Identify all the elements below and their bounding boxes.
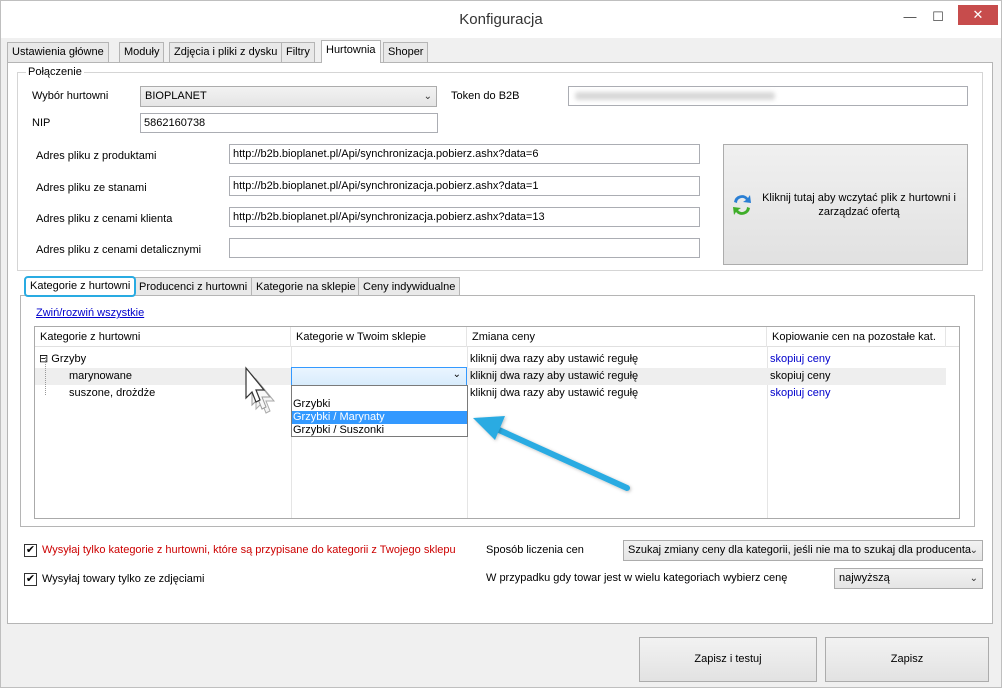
window-title: Konfiguracja [459, 11, 543, 28]
nip-label: NIP [32, 117, 51, 129]
row-copy-link[interactable]: skopiuj ceny [770, 368, 940, 385]
toggle-all-link[interactable]: Zwiń/rozwiń wszystkie [36, 307, 144, 319]
col-header-wholesaler[interactable]: Kategorie z hurtowni [35, 327, 291, 347]
chevron-down-icon: ⌄ [969, 573, 978, 584]
tab-shoper[interactable]: Shoper [383, 42, 429, 62]
price-method-select[interactable]: Szukaj zmiany ceny dla kategorii, jeśli … [623, 540, 983, 561]
connection-legend: Połączenie [26, 66, 84, 78]
tab-modules[interactable]: Moduły [119, 42, 165, 62]
tab-photos-files[interactable]: Zdjęcia i pliki z dysku [169, 42, 283, 62]
retail-prices-url-field[interactable] [229, 238, 700, 258]
tab-filters[interactable]: Filtry [281, 42, 315, 62]
row-price-change[interactable]: kliknij dwa razy aby ustawić regułę [470, 385, 765, 402]
wholesaler-select[interactable]: BIOPLANET ⌄ [140, 86, 437, 107]
subtab-individual-prices[interactable]: Ceny indywidualne [358, 277, 461, 297]
only-with-photos-label: Wysyłaj towary tylko ze zdjęciami [42, 573, 205, 585]
title-bar: Konfiguracja — ☐ ✕ [1, 1, 1001, 38]
col-header-shop[interactable]: Kategorie w Twoim sklepie [291, 327, 467, 347]
row-price-change[interactable]: kliknij dwa razy aby ustawić regułę [470, 368, 765, 385]
save-and-test-button[interactable]: Zapisz i testuj [639, 637, 817, 682]
token-redacted [575, 92, 775, 100]
cursor-icon [245, 366, 276, 414]
tree-line [45, 357, 46, 395]
collapse-icon[interactable]: ⊟ [39, 353, 48, 365]
dropdown-option-selected[interactable]: Grzybki / Marynaty [292, 411, 467, 424]
col-header-copy[interactable]: Kopiowanie cen na pozostałe kat. [767, 327, 946, 347]
only-assigned-label: Wysyłaj tylko kategorie z hurtowni, któr… [42, 544, 456, 556]
dropdown-option[interactable]: Grzybki [292, 398, 467, 411]
only-with-photos-checkbox[interactable]: ✔ [24, 573, 37, 586]
refresh-icon [733, 195, 751, 215]
token-field[interactable] [568, 86, 968, 106]
token-label: Token do B2B [451, 90, 520, 102]
price-method-value: Szukaj zmiany ceny dla kategorii, jeśli … [628, 544, 972, 556]
subtab-wholesaler-categories[interactable]: Kategorie z hurtowni [24, 276, 137, 297]
products-url-label: Adres pliku z produktami [36, 150, 157, 162]
wholesaler-panel: Połączenie Wybór hurtowni BIOPLANET ⌄ To… [7, 62, 993, 624]
chevron-down-icon: ⌄ [969, 545, 978, 556]
stock-url-label: Adres pliku ze stanami [36, 182, 147, 194]
minimize-icon[interactable]: — [899, 7, 921, 29]
chevron-down-icon: ⌄ [452, 369, 461, 380]
multi-category-select[interactable]: najwyższą ⌄ [834, 568, 983, 589]
row-category-name: Grzyby [51, 353, 87, 365]
stock-url-field[interactable]: http://b2b.bioplanet.pl/Api/synchronizac… [229, 176, 700, 196]
col-header-price-change[interactable]: Zmiana ceny [467, 327, 767, 347]
config-window: Konfiguracja — ☐ ✕ Ustawienia główne Mod… [0, 0, 1002, 688]
multi-category-label: W przypadku gdy towar jest w wielu kateg… [486, 572, 788, 584]
load-file-label: Kliknij tutaj aby wczytać plik z hurtown… [762, 192, 956, 218]
only-assigned-checkbox[interactable]: ✔ [24, 544, 37, 557]
save-button[interactable]: Zapisz [825, 637, 989, 682]
client-prices-url-label: Adres pliku z cenami klienta [36, 213, 173, 225]
connection-group: Połączenie Wybór hurtowni BIOPLANET ⌄ To… [17, 66, 983, 271]
nip-field[interactable]: 5862160738 [140, 113, 438, 133]
price-method-label: Sposób liczenia cen [486, 544, 584, 556]
tab-wholesaler[interactable]: Hurtownia [321, 40, 381, 63]
retail-prices-url-label: Adres pliku z cenami detalicznymi [36, 244, 202, 256]
load-file-button[interactable]: Kliknij tutaj aby wczytać plik z hurtown… [723, 144, 968, 265]
subtab-shop-categories[interactable]: Kategorie na sklepie [251, 277, 361, 297]
multi-category-value: najwyższą [839, 572, 890, 584]
chevron-down-icon: ⌄ [423, 91, 432, 102]
wholesaler-value: BIOPLANET [145, 90, 207, 102]
row-price-change[interactable]: kliknij dwa razy aby ustawić regułę [470, 351, 765, 368]
row-copy-link[interactable]: skopiuj ceny [770, 385, 940, 402]
shop-category-dropdown: Grzybki Grzybki / Marynaty Grzybki / Sus… [291, 385, 468, 437]
grid-header: Kategorie z hurtowni Kategorie w Twoim s… [35, 327, 959, 347]
row-copy-link[interactable]: skopiuj ceny [770, 351, 940, 368]
products-url-field[interactable]: http://b2b.bioplanet.pl/Api/synchronizac… [229, 144, 700, 164]
dropdown-option[interactable]: Grzybki / Suszonki [292, 424, 467, 437]
shop-category-combo[interactable]: ⌄ [291, 367, 467, 386]
tab-main-settings[interactable]: Ustawienia główne [7, 42, 109, 62]
wholesaler-label: Wybór hurtowni [32, 90, 109, 102]
close-icon[interactable]: ✕ [958, 5, 998, 25]
maximize-icon[interactable]: ☐ [927, 7, 949, 29]
client-prices-url-field[interactable]: http://b2b.bioplanet.pl/Api/synchronizac… [229, 207, 700, 227]
subtab-wholesaler-producers[interactable]: Producenci z hurtowni [134, 277, 253, 297]
annotation-arrow [473, 416, 630, 491]
